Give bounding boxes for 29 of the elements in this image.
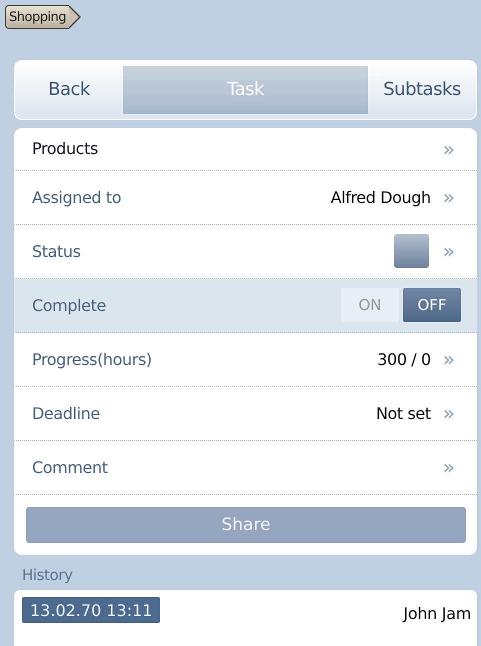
row-label: Progress(hours) <box>32 350 153 369</box>
row-label: Complete <box>32 296 107 315</box>
tab[interactable]: Back <box>15 61 123 119</box>
history-entry[interactable]: 13.02.70 13:11 John Jam <box>14 590 477 646</box>
history-time: 13.02.70 13:11 <box>22 596 160 623</box>
chevron-icon[interactable]: » <box>442 241 455 262</box>
row-value: 300 / 0 <box>377 350 431 369</box>
tab[interactable]: Subtasks <box>368 61 476 119</box>
history-user: John Jam <box>403 602 471 623</box>
row-label: Assigned to <box>32 188 122 207</box>
chevron-icon[interactable]: » <box>442 138 455 159</box>
tab[interactable]: Task <box>123 66 368 114</box>
history-title: History <box>22 566 74 584</box>
row-label: Products <box>32 139 99 158</box>
chevron-icon[interactable]: » <box>442 349 455 370</box>
row-label: Comment <box>32 458 109 477</box>
row-value: Not set <box>376 404 431 423</box>
share-button[interactable]: Share <box>26 506 466 543</box>
row-label: Status <box>32 242 82 261</box>
status-swatch[interactable] <box>394 234 429 268</box>
row-label: Deadline <box>32 404 101 423</box>
row-value: Alfred Dough <box>330 188 431 207</box>
chevron-icon[interactable]: » <box>442 403 455 424</box>
toggle-on[interactable]: ON <box>341 288 399 322</box>
breadcrumb-arrow-icon <box>69 5 82 29</box>
chevron-icon[interactable]: » <box>442 187 455 208</box>
toggle-off[interactable]: OFF <box>403 288 461 322</box>
chevron-icon[interactable]: » <box>442 457 455 478</box>
breadcrumb[interactable]: Shopping <box>5 5 70 29</box>
